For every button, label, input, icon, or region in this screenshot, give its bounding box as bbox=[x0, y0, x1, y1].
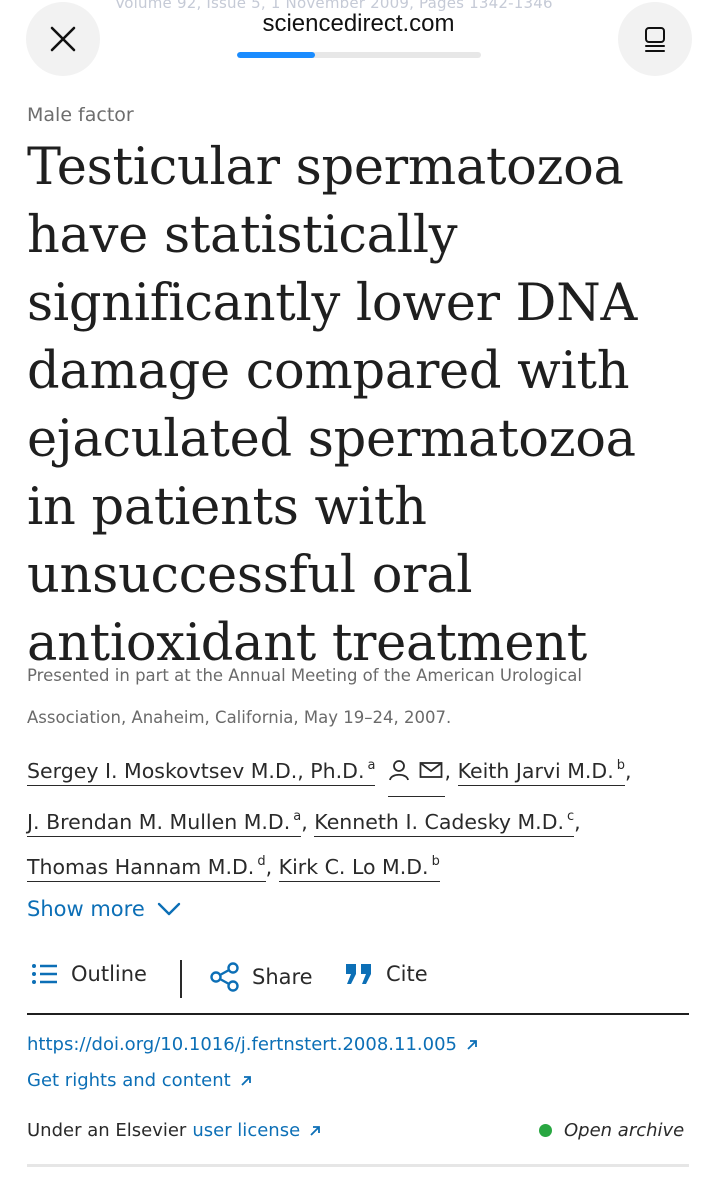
author-link[interactable]: Kirk C. Lo M.D. b bbox=[278, 854, 440, 882]
doi-link[interactable]: https://doi.org/10.1016/j.fertnstert.200… bbox=[27, 1034, 479, 1055]
article-section-label: Male factor bbox=[27, 104, 134, 126]
page-domain[interactable]: sciencedirect.com bbox=[0, 10, 717, 38]
doi-text: https://doi.org/10.1016/j.fertnstert.200… bbox=[27, 1034, 457, 1055]
content-divider bbox=[27, 1164, 689, 1167]
user-license-link[interactable]: user license bbox=[192, 1120, 322, 1141]
rights-link[interactable]: Get rights and content bbox=[27, 1070, 253, 1091]
share-icon bbox=[210, 962, 239, 992]
open-archive-badge: Open archive bbox=[539, 1120, 684, 1141]
rights-text: Get rights and content bbox=[27, 1070, 231, 1091]
author-link[interactable]: Thomas Hannam M.D. d bbox=[27, 854, 266, 882]
share-label: Share bbox=[252, 965, 313, 989]
article-actions-bar: Outline Share Cite bbox=[27, 958, 689, 1015]
author-list: Sergey I. Moskovtsev M.D., Ph.D. a , Keit… bbox=[27, 746, 697, 887]
external-link-icon bbox=[467, 1039, 477, 1050]
external-link-icon bbox=[310, 1125, 321, 1136]
license-line: Under an Elsevier user license bbox=[27, 1120, 322, 1141]
author-link[interactable]: Kenneth I. Cadesky M.D. c bbox=[314, 809, 575, 837]
actions-divider bbox=[180, 960, 182, 998]
share-button[interactable]: Share bbox=[210, 962, 313, 992]
page-load-progress-fill bbox=[237, 52, 316, 58]
quote-icon bbox=[346, 964, 371, 984]
show-more-button[interactable]: Show more bbox=[27, 897, 181, 921]
outline-button[interactable]: Outline bbox=[31, 962, 147, 986]
cite-button[interactable]: Cite bbox=[344, 962, 428, 986]
reader-mode-icon bbox=[645, 27, 665, 52]
presentation-note: Presented in part at the Annual Meeting … bbox=[27, 666, 582, 727]
author-link[interactable]: Sergey I. Moskovtsev M.D., Ph.D. a bbox=[27, 758, 376, 786]
open-archive-label: Open archive bbox=[564, 1120, 685, 1141]
browser-top-bar: Volume 92, Issue 5, 1 November 2009, Pag… bbox=[0, 0, 717, 90]
page-load-progress bbox=[237, 52, 481, 58]
chevron-down-icon bbox=[157, 902, 180, 916]
mail-icon[interactable] bbox=[419, 759, 443, 781]
person-icon[interactable] bbox=[388, 759, 410, 781]
outline-label: Outline bbox=[71, 962, 147, 986]
list-icon bbox=[32, 964, 57, 984]
author-link[interactable]: Keith Jarvi M.D. b bbox=[457, 758, 625, 786]
author-contact-icons[interactable] bbox=[387, 754, 445, 797]
author-link[interactable]: J. Brendan M. Mullen M.D. a bbox=[27, 809, 302, 837]
article-title: Testicular spermatozoa have statisticall… bbox=[27, 138, 638, 673]
open-status-dot bbox=[539, 1124, 552, 1137]
license-prefix: Under an Elsevier bbox=[27, 1120, 187, 1141]
show-more-label: Show more bbox=[27, 897, 145, 921]
cite-label: Cite bbox=[386, 962, 428, 986]
user-license-text: user license bbox=[192, 1120, 301, 1141]
reader-mode-button[interactable] bbox=[618, 2, 692, 76]
external-link-icon bbox=[241, 1075, 251, 1086]
